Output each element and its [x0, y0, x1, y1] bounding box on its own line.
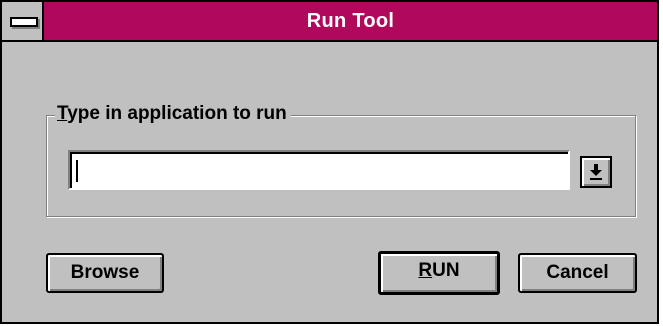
window-title: Run Tool [306, 10, 395, 32]
system-menu-bar [10, 17, 38, 27]
run-button[interactable]: RUN [378, 251, 500, 295]
dropdown-button[interactable] [580, 156, 612, 188]
run-label-rest: UN [432, 260, 460, 281]
dropdown-arrow-icon [590, 164, 602, 180]
run-mnemonic: R [418, 260, 433, 281]
group-label-text: ype in application to run [67, 103, 287, 124]
run-tool-dialog: Run Tool Type in application to run Brow… [0, 0, 659, 324]
title-bar[interactable]: Run Tool [2, 2, 657, 42]
group-label-mnemonic: T [57, 103, 68, 124]
group-label: Type in application to run [55, 102, 291, 126]
text-caret [76, 160, 78, 182]
application-input[interactable] [68, 150, 570, 190]
browse-button[interactable]: Browse [46, 253, 164, 293]
cancel-button[interactable]: Cancel [518, 253, 637, 293]
system-menu-icon[interactable] [2, 2, 44, 40]
